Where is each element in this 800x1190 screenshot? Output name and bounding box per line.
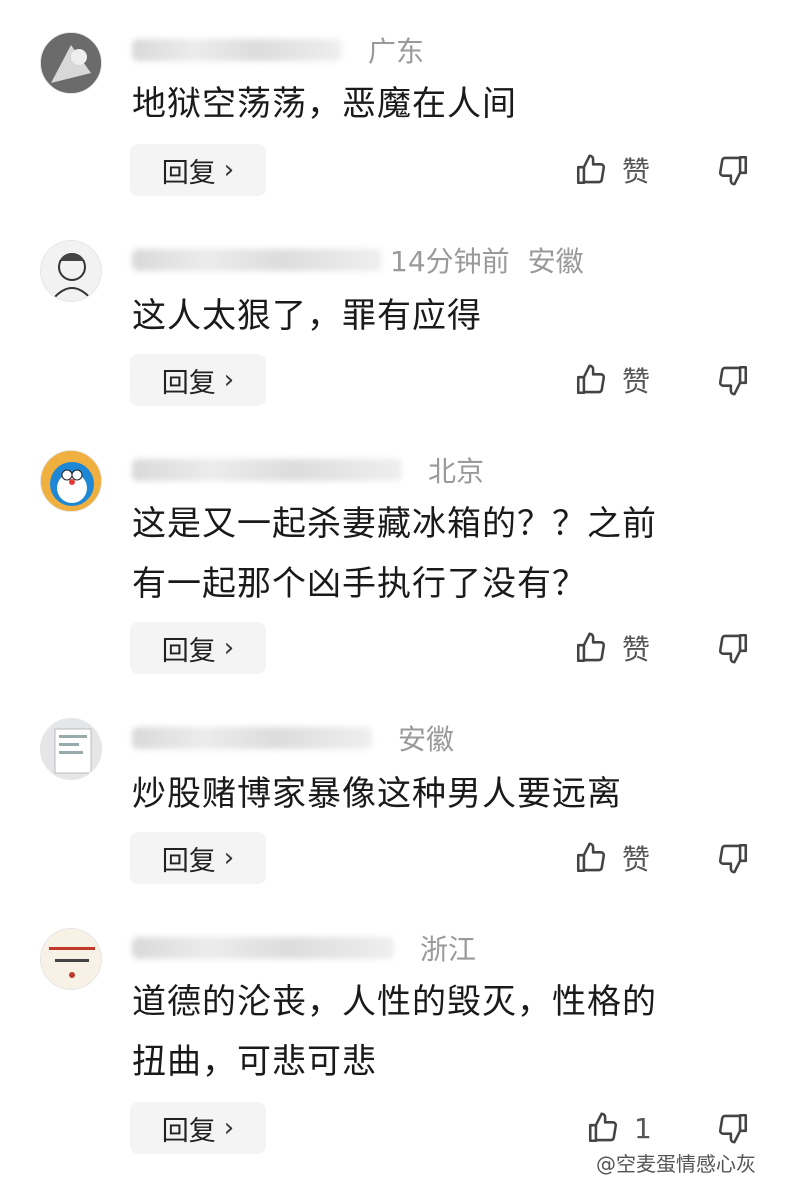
comment-text: 这人太狠了，罪有应得 [132, 296, 482, 336]
thumbs-down-icon [718, 633, 748, 664]
reply-button[interactable]: 回复 › [130, 622, 266, 674]
dislike-button[interactable] [716, 144, 750, 196]
thumbs-up-icon [576, 842, 606, 873]
comment-time: 14分钟前 [390, 245, 510, 278]
comment-meta: 14分钟前 安徽 [132, 242, 584, 278]
comment-region: 安徽 [527, 245, 584, 278]
like-button[interactable]: 赞 [574, 144, 650, 196]
comment-region: 北京 [428, 455, 485, 488]
username-blurred [132, 39, 342, 61]
thumbs-down-icon [718, 843, 748, 874]
username-blurred [132, 249, 382, 271]
like-button[interactable]: 赞 [574, 622, 650, 674]
avatar[interactable] [40, 928, 102, 990]
comment-text: 地狱空荡荡，恶魔在人间 [132, 84, 517, 124]
dislike-button[interactable] [716, 622, 750, 674]
comment-region: 安徽 [398, 723, 455, 756]
dislike-button[interactable] [716, 354, 750, 406]
like-button[interactable]: 赞 [574, 832, 650, 884]
like-count: 1 [634, 1111, 652, 1145]
chevron-right-icon: › [223, 633, 235, 663]
comment-text: 炒股赌博家暴像这种男人要远离 [132, 774, 622, 814]
comment-meta: 安徽 [132, 720, 454, 756]
username-blurred [132, 937, 394, 959]
thumbs-up-icon [588, 1112, 618, 1143]
comment-meta: 浙江 [132, 930, 476, 966]
comment-text: 这是又一起杀妻藏冰箱的？？之前 有一起那个凶手执行了没有？ [132, 504, 657, 604]
avatar[interactable] [40, 718, 102, 780]
comment-meta: 广东 [132, 32, 424, 68]
like-button[interactable]: 1 [586, 1102, 652, 1154]
dislike-button[interactable] [716, 1102, 750, 1154]
comment-meta: 北京 [132, 452, 484, 488]
avatar[interactable] [40, 450, 102, 512]
thumbs-up-icon [576, 364, 606, 395]
watermark: @空麦蛋情感心灰 [596, 1152, 756, 1176]
comment-region: 广东 [368, 35, 425, 68]
username-blurred [132, 459, 402, 481]
reply-button[interactable]: 回复 › [130, 144, 266, 196]
dislike-button[interactable] [716, 832, 750, 884]
chevron-right-icon: › [223, 365, 235, 395]
thumbs-up-icon [576, 632, 606, 663]
chevron-right-icon: › [223, 155, 235, 185]
chevron-right-icon: › [223, 1113, 235, 1143]
comment-text: 道德的沦丧，人性的毁灭，性格的 扭曲，可悲可悲 [132, 982, 657, 1082]
thumbs-up-icon [576, 154, 606, 185]
reply-button[interactable]: 回复 › [130, 354, 266, 406]
username-blurred [132, 727, 372, 749]
avatar[interactable] [40, 240, 102, 302]
like-button[interactable]: 赞 [574, 354, 650, 406]
reply-button[interactable]: 回复 › [130, 1102, 266, 1154]
avatar[interactable] [40, 32, 102, 94]
thumbs-down-icon [718, 365, 748, 396]
comment-region: 浙江 [420, 933, 477, 966]
reply-button[interactable]: 回复 › [130, 832, 266, 884]
thumbs-down-icon [718, 155, 748, 186]
chevron-right-icon: › [223, 843, 235, 873]
thumbs-down-icon [718, 1113, 748, 1144]
